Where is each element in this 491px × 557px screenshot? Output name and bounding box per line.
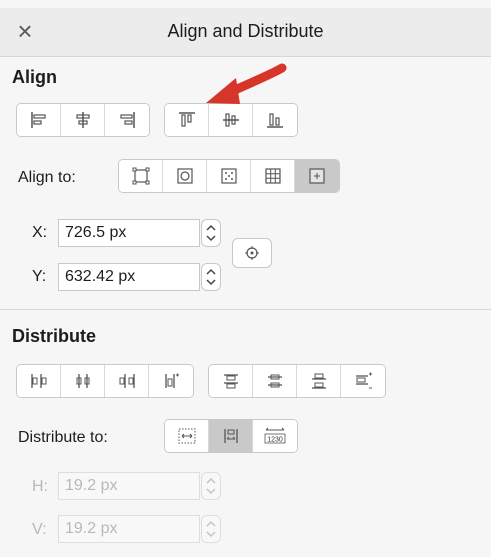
- section-divider: [0, 309, 491, 310]
- distribute-to-spacing-icon: [223, 429, 238, 443]
- panel-title: Align and Distribute: [167, 21, 324, 41]
- distribute-horizontal-group: [16, 364, 194, 398]
- distribute-spacing-horizontal-icon: [165, 373, 179, 388]
- distribute-spacing-vertical-icon: [356, 372, 372, 389]
- align-to-selection-button[interactable]: [119, 160, 163, 192]
- annotation-arrow: [206, 63, 287, 104]
- key-object-icon: [176, 168, 193, 184]
- stepper-arrows-icon: [206, 224, 216, 242]
- y-label: Y:: [32, 268, 47, 285]
- distribute-top-button[interactable]: [209, 365, 253, 397]
- align-left-button[interactable]: [17, 104, 61, 136]
- align-to-spread-button[interactable]: [207, 160, 251, 192]
- distribute-bottom-button[interactable]: [297, 365, 341, 397]
- distribute-middle-icon: [267, 374, 282, 388]
- distribute-left-icon: [30, 374, 46, 388]
- distribute-section-title: Distribute: [12, 326, 97, 346]
- y-stepper[interactable]: [201, 263, 221, 291]
- h-input[interactable]: 19.2 px: [58, 472, 200, 500]
- h-stepper[interactable]: [201, 472, 221, 500]
- x-stepper[interactable]: [201, 219, 221, 247]
- distribute-right-icon: [119, 374, 135, 388]
- distribute-vertical-group: [208, 364, 386, 398]
- align-bottom-button[interactable]: [253, 104, 297, 136]
- distribute-to-selection-button[interactable]: [165, 420, 209, 452]
- align-to-grid-button[interactable]: [251, 160, 295, 192]
- align-section-title: Align: [12, 67, 57, 87]
- v-label: V:: [32, 521, 47, 538]
- align-to-group: [118, 159, 340, 193]
- x-label: X:: [32, 224, 48, 241]
- distribute-spacing-horizontal-button[interactable]: [149, 365, 193, 397]
- distribute-center-icon: [76, 374, 89, 388]
- align-center-horizontal-icon: [75, 112, 90, 128]
- align-left-icon: [30, 112, 46, 128]
- distribute-to-values-button[interactable]: 1230: [253, 420, 297, 452]
- h-label: H:: [32, 478, 48, 495]
- align-bottom-icon: [267, 113, 283, 128]
- title-bar: × Align and Distribute: [0, 8, 491, 57]
- distribute-to-spacing-button[interactable]: [209, 420, 253, 452]
- distribute-middle-button[interactable]: [253, 365, 297, 397]
- align-vertical-group: [164, 103, 298, 137]
- distribute-left-button[interactable]: [17, 365, 61, 397]
- align-center-vertical-button[interactable]: [209, 104, 253, 136]
- align-top-icon: [178, 112, 195, 127]
- distribute-top-icon: [223, 374, 238, 389]
- distribute-to-selection-icon: [178, 428, 195, 444]
- distribute-center-button[interactable]: [61, 365, 105, 397]
- svg-text:1230: 1230: [267, 437, 283, 444]
- align-center-horizontal-button[interactable]: [61, 104, 105, 136]
- align-right-icon: [120, 112, 135, 128]
- stepper-arrows-icon: [206, 477, 216, 495]
- v-stepper[interactable]: [201, 515, 221, 543]
- v-input[interactable]: 19.2 px: [58, 515, 200, 543]
- page-icon: [309, 168, 325, 184]
- distribute-to-label: Distribute to:: [18, 429, 108, 446]
- align-center-vertical-icon: [222, 113, 239, 127]
- align-to-label: Align to:: [18, 169, 76, 186]
- distribute-spacing-vertical-button[interactable]: [341, 365, 385, 397]
- distribute-bottom-icon: [311, 373, 326, 389]
- align-horizontal-group: [16, 103, 150, 137]
- x-input[interactable]: 726.5 px: [58, 219, 200, 247]
- distribute-to-values-icon: 1230: [264, 427, 286, 444]
- align-to-page-button[interactable]: [295, 160, 339, 192]
- align-distribute-panel: × Align and Distribute Align Align to: X…: [0, 0, 491, 557]
- align-right-button[interactable]: [105, 104, 149, 136]
- distribute-to-group: 1230: [164, 419, 298, 453]
- y-input[interactable]: 632.42 px: [58, 263, 200, 291]
- crosshair-icon: [245, 246, 259, 260]
- align-top-button[interactable]: [165, 104, 209, 136]
- distribute-right-button[interactable]: [105, 365, 149, 397]
- spread-icon: [220, 168, 237, 184]
- stepper-arrows-icon: [206, 268, 216, 286]
- selection-bounds-icon: [132, 167, 149, 185]
- align-to-key-object-button[interactable]: [163, 160, 207, 192]
- stepper-arrows-icon: [206, 520, 216, 538]
- grid-icon: [264, 168, 281, 184]
- position-target-button[interactable]: [232, 238, 272, 268]
